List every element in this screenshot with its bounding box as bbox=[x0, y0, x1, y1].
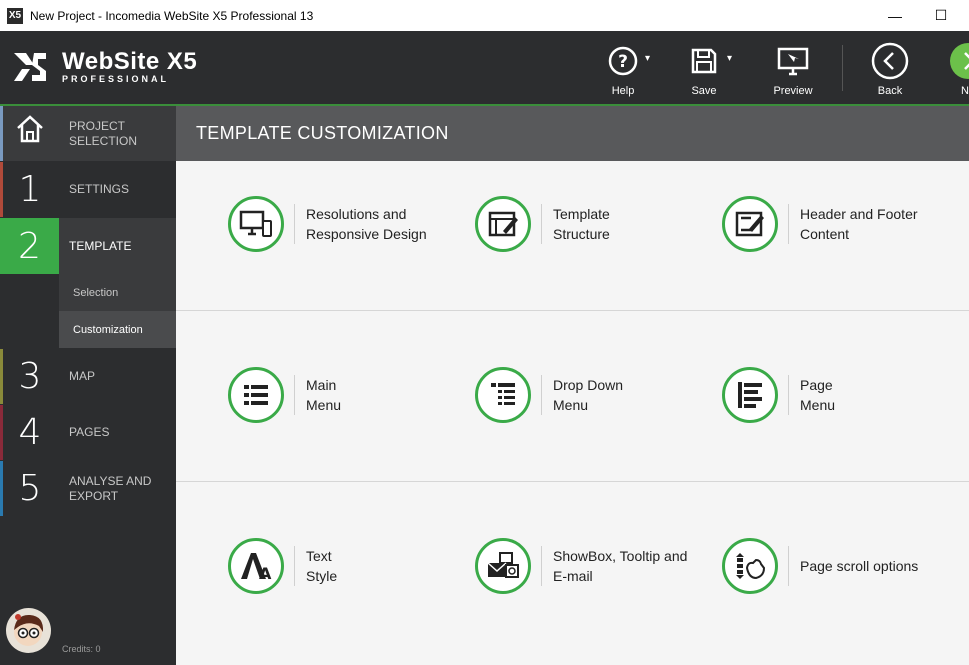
showbox-icon bbox=[475, 538, 531, 594]
app-icon: X5 bbox=[7, 7, 23, 24]
help-chevron-down-icon[interactable]: ▾ bbox=[645, 53, 650, 64]
credits-text: Credits: 0 bbox=[62, 644, 101, 654]
back-label: Back bbox=[877, 85, 903, 97]
help-button[interactable]: ? Help bbox=[604, 31, 642, 106]
main-menu-item[interactable]: Main Menu bbox=[228, 367, 456, 423]
preview-button[interactable]: Preview bbox=[769, 31, 817, 106]
showbox-item[interactable]: ShowBox, Tooltip and E-mail bbox=[475, 538, 703, 594]
logo-edition: PROFESSIONAL bbox=[62, 74, 170, 84]
page-scroll-item[interactable]: Page scroll options bbox=[722, 538, 950, 594]
step-number: 2 bbox=[18, 225, 41, 267]
save-label: Save bbox=[691, 85, 717, 97]
row-divider bbox=[176, 310, 969, 311]
save-button[interactable]: Save bbox=[685, 31, 723, 106]
app-header: WebSite X5 PROFESSIONAL ? Help ▾ Save ▾ … bbox=[0, 31, 969, 106]
svg-text:A: A bbox=[259, 564, 272, 581]
resolutions-item[interactable]: Resolutions and Responsive Design bbox=[228, 196, 456, 252]
title-bar: X5 New Project - Incomedia WebSite X5 Pr… bbox=[0, 0, 969, 31]
template-structure-icon bbox=[475, 196, 531, 252]
item-label: Header and Footer Content bbox=[800, 206, 918, 242]
dropdown-menu-item[interactable]: Drop Down Menu bbox=[475, 367, 703, 423]
logo-mark-icon bbox=[12, 49, 48, 85]
step-number: 1 bbox=[18, 169, 42, 210]
sidebar-subitem-customization[interactable]: Customization bbox=[59, 311, 176, 348]
page-menu-icon bbox=[722, 367, 778, 423]
item-label: Template Structure bbox=[553, 206, 610, 242]
item-label: Main Menu bbox=[306, 377, 342, 413]
sidebar-item-settings[interactable]: 1 SETTINGS bbox=[0, 162, 176, 217]
back-arrow-icon bbox=[871, 42, 909, 80]
next-arrow-icon bbox=[949, 43, 969, 79]
window-title: New Project - Incomedia WebSite X5 Profe… bbox=[30, 8, 314, 23]
header-footer-item[interactable]: Header and Footer Content bbox=[722, 196, 950, 252]
template-structure-item[interactable]: Template Structure bbox=[475, 196, 703, 252]
step-number: 4 bbox=[18, 412, 42, 453]
row-divider bbox=[176, 481, 969, 482]
item-label: Page Menu bbox=[800, 377, 836, 413]
preview-monitor-icon bbox=[777, 43, 809, 79]
sidebar-item-label: PROJECT SELECTION bbox=[69, 118, 138, 148]
home-icon bbox=[0, 113, 60, 154]
help-label: Help bbox=[611, 85, 635, 97]
item-label: Drop Down Menu bbox=[553, 377, 624, 413]
sidebar-subitem-selection[interactable]: Selection bbox=[59, 274, 176, 311]
help-icon: ? bbox=[608, 43, 638, 79]
sidebar-item-label: PAGES bbox=[69, 425, 110, 439]
preview-label: Preview bbox=[773, 85, 813, 97]
sidebar-item-label: ANALYSE AND EXPORT bbox=[69, 473, 152, 503]
minimize-button[interactable]: — bbox=[872, 0, 918, 31]
next-label: Ne bbox=[960, 85, 969, 97]
page-title: TEMPLATE CUSTOMIZATION bbox=[176, 106, 969, 161]
sidebar-item-analyse-export[interactable]: 5 ANALYSE AND EXPORT bbox=[0, 461, 176, 516]
header-footer-icon bbox=[722, 196, 778, 252]
page-menu-item[interactable]: Page Menu bbox=[722, 367, 950, 423]
back-button[interactable]: Back bbox=[868, 31, 912, 106]
page-scroll-icon bbox=[722, 538, 778, 594]
step-number: 5 bbox=[18, 468, 42, 509]
save-chevron-down-icon[interactable]: ▾ bbox=[727, 53, 732, 64]
save-icon bbox=[690, 43, 718, 79]
text-style-icon: A bbox=[228, 538, 284, 594]
item-label: Text Style bbox=[306, 548, 338, 584]
main-menu-icon bbox=[228, 367, 284, 423]
text-style-item[interactable]: A Text Style bbox=[228, 538, 456, 594]
item-label: ShowBox, Tooltip and E-mail bbox=[553, 548, 688, 584]
devices-icon bbox=[228, 196, 284, 252]
main-panel: TEMPLATE CUSTOMIZATION Resolutions and R… bbox=[176, 106, 969, 665]
avatar[interactable] bbox=[6, 608, 51, 653]
sidebar-item-pages[interactable]: 4 PAGES bbox=[0, 405, 176, 460]
logo-name: WebSite X5 bbox=[62, 48, 198, 75]
sidebar: PROJECT SELECTION 1 SETTINGS 2 TEMPLATE … bbox=[0, 106, 176, 665]
svg-text:?: ? bbox=[618, 52, 628, 72]
item-label: Resolutions and Responsive Design bbox=[306, 206, 427, 242]
sidebar-item-label: SETTINGS bbox=[69, 182, 130, 196]
logo: WebSite X5 PROFESSIONAL bbox=[12, 49, 197, 85]
step-number: 3 bbox=[18, 356, 42, 397]
sidebar-item-map[interactable]: 3 MAP bbox=[0, 349, 176, 404]
toolbar-divider bbox=[842, 45, 843, 91]
sidebar-item-template[interactable]: 2 TEMPLATE bbox=[0, 218, 176, 274]
maximize-button[interactable]: ☐ bbox=[918, 0, 964, 31]
next-button[interactable]: Ne bbox=[946, 31, 969, 106]
sidebar-item-project-selection[interactable]: PROJECT SELECTION bbox=[0, 106, 176, 161]
dropdown-menu-icon bbox=[475, 367, 531, 423]
sidebar-item-label: TEMPLATE bbox=[69, 238, 132, 253]
sidebar-item-label: MAP bbox=[69, 369, 96, 383]
item-label: Page scroll options bbox=[800, 558, 919, 574]
